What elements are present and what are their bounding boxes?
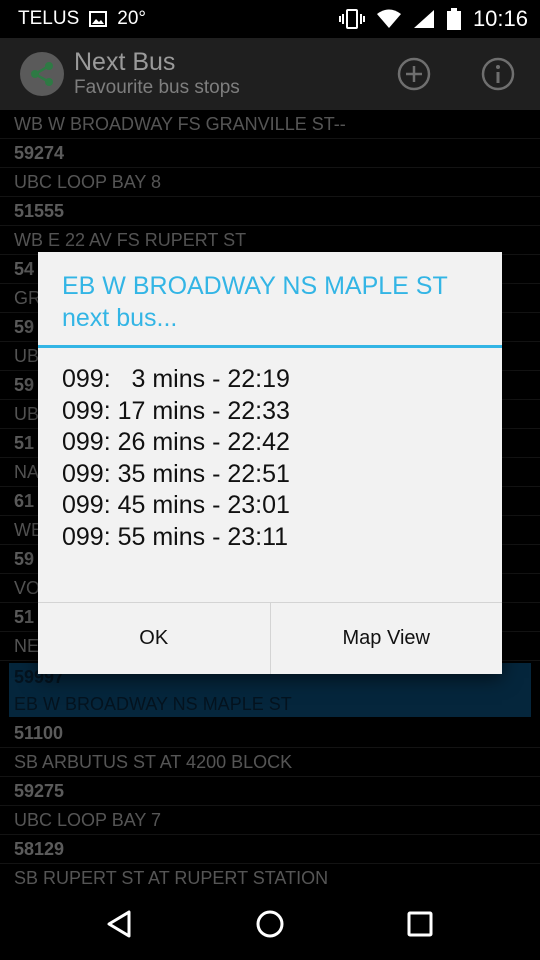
arrival-time: 099: 35 mins - 22:51 [62,459,290,488]
stop-name[interactable]: EB W BROADWAY NS MAPLE ST [7,690,533,719]
stop-name[interactable]: UBC LOOP BAY 8 [0,168,540,197]
stop-name[interactable]: UBC LOOP BAY 7 [0,806,540,835]
home-icon [256,910,284,938]
stop-number[interactable]: 51555 [0,197,540,226]
vibrate-icon [338,9,365,29]
home-button[interactable] [250,904,290,944]
next-bus-dialog: EB W BROADWAY NS MAPLE ST next bus... 09… [38,252,502,674]
arrival-time: 099: 55 mins - 23:11 [62,522,289,551]
status-bar: TELUS 20° 10:16 [0,0,540,38]
stop-number[interactable]: 51100 [0,719,540,748]
share-icon[interactable] [20,52,64,96]
add-icon [397,57,431,91]
stop-name[interactable]: SB RUPERT ST AT RUPERT STATION [0,864,540,888]
dialog-title-stop: EB W BROADWAY NS MAPLE ST [62,272,448,300]
stop-number[interactable]: 59275 [0,777,540,806]
image-notification-icon [89,11,108,27]
info-icon [481,57,515,91]
ok-button[interactable]: OK [38,603,271,674]
arrival-time: 099: 45 mins - 23:01 [62,491,290,519]
arrival-time: 099: 26 mins - 22:42 [62,428,290,456]
arrival-time: 099: 3 mins - 22:19 [62,365,290,393]
dialog-title: EB W BROADWAY NS MAPLE ST next bus... [38,252,502,348]
recents-icon [407,911,433,937]
add-stop-button[interactable] [395,55,433,93]
dialog-title-subtitle: next bus... [62,304,178,332]
carrier-label: TELUS [18,8,80,29]
stop-name[interactable]: SB ARBUTUS ST AT 4200 BLOCK [0,748,540,777]
battery-icon [446,8,461,30]
map-view-button[interactable]: Map View [271,603,503,674]
stop-name[interactable]: WB E 22 AV FS RUPERT ST [0,226,540,255]
app-subtitle: Favourite bus stops [74,77,240,99]
back-button[interactable] [100,904,140,944]
wifi-icon [376,9,401,29]
arrival-times: 099: 3 mins - 22:19 099: 17 mins - 22:33 0… [38,348,502,553]
navigation-bar [0,888,540,960]
app-title: Next Bus [74,47,176,76]
stop-number[interactable]: 58129 [0,835,540,864]
info-button[interactable] [479,55,517,93]
arrival-time: 099: 17 mins - 22:33 [62,396,290,425]
temperature-label: 20° [117,8,146,29]
stop-number[interactable]: 59274 [0,139,540,168]
stop-name[interactable]: WB W BROADWAY FS GRANVILLE ST-- [0,110,540,139]
recents-button[interactable] [400,904,440,944]
back-icon [107,910,131,938]
clock: 10:16 [472,6,528,31]
signal-icon [413,9,435,29]
action-bar: Next Bus Favourite bus stops [0,38,540,110]
